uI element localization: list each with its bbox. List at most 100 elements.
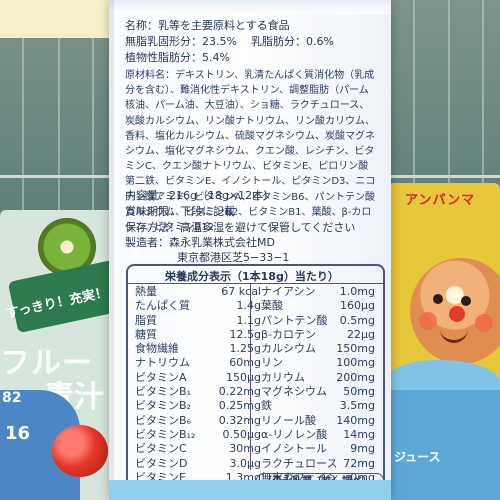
nutrition-label: 熱量 — [135, 285, 157, 298]
right-product-top — [0, 0, 112, 38]
nutrition-row: 食物繊維 1.25g — [135, 342, 261, 356]
nutrition-value: 140mg — [336, 413, 375, 427]
nutrition-value: 0.22mg — [218, 385, 261, 399]
nutrition-row: リン 100mg — [261, 356, 375, 370]
nutrition-row: ビタミンB₂ 0.25mg — [135, 399, 261, 413]
character-cheek-right — [475, 314, 493, 332]
nutrition-row: ビタミンA 150μg — [135, 370, 261, 385]
nutrition-value: 1.1g — [236, 313, 261, 327]
nutrition-label: ナトリウム — [135, 356, 190, 370]
nutrition-value: 50mg — [343, 385, 375, 399]
nutrition-row: リノール酸 140mg — [261, 413, 375, 428]
nutrition-value: 150mg — [336, 342, 375, 356]
nutrition-label: 糖質 — [135, 327, 157, 341]
nutrition-value: 100mg — [336, 356, 375, 370]
nutrition-label: パントテン酸 — [261, 313, 328, 327]
nutrition-row: 鉄 3.5mg — [261, 399, 375, 413]
maker-line: 製造者：森永乳業株式会社MD — [125, 236, 275, 249]
nutrition-value: 72mg — [343, 456, 375, 470]
left-product-number-1: 82 — [2, 390, 22, 406]
nutrition-row: ナイアシン 1.0mg — [261, 285, 375, 299]
nutrition-label: ビタミンB₂ — [135, 399, 191, 413]
nutrition-value: 1.0mg — [339, 285, 375, 298]
nutrition-label: ビタミンB₁ — [135, 385, 191, 399]
nutrition-row: 熱量 67 kcal — [135, 285, 261, 299]
nutrition-row: ビタミンC 30mg — [135, 442, 261, 456]
nutrition-value: 150μg — [226, 370, 261, 384]
nutrition-row: パントテン酸 0.5mg — [261, 313, 375, 328]
nutrition-row: イノシトール 9mg — [261, 442, 375, 456]
right-product-tagline: ジュース — [394, 450, 441, 464]
nonfat-solids: 無脂乳固形分：23.5% — [125, 35, 237, 48]
nutrition-value: 3.5mg — [339, 399, 375, 413]
storage-line: 保存方法：高温多湿を避けて保管してください — [125, 221, 356, 234]
nutrition-label: イノシトール — [261, 442, 327, 456]
nutrition-row: ビタミンD 3.0μg — [135, 456, 261, 471]
box-top-shade — [109, 0, 391, 14]
nutrition-row: 糖質 12.5g — [135, 327, 261, 342]
nutrition-value: 14mg — [343, 427, 375, 441]
nutrition-label: ビタミンB₆ — [135, 413, 191, 427]
nutrition-row: α-リノレン酸 14mg — [261, 427, 375, 442]
nutrition-row: カリウム 200mg — [261, 370, 375, 385]
box-blue-stripe — [109, 480, 391, 500]
ingredients-label: 原材料名： — [125, 70, 175, 81]
character-eye-right — [461, 296, 471, 306]
nutrition-label: マグネシウム — [261, 385, 327, 399]
nutrition-value: 200mg — [336, 370, 375, 384]
best-before-line: 賞味期限：下段に記載 — [125, 205, 235, 218]
character-nose — [449, 306, 465, 322]
content-line: 内容量：216g（18g×12本） — [125, 189, 275, 202]
nutrition-label: カルシウム — [261, 342, 316, 356]
nutrition-row: ビタミンB₆ 0.32mg — [135, 413, 261, 428]
character-cheek-left — [419, 312, 437, 330]
nutrition-value: 67 kcal — [221, 285, 261, 298]
nutrition-value: 9mg — [350, 442, 375, 456]
right-blue-panel — [388, 390, 500, 500]
nutrition-label: たんぱく質 — [135, 299, 190, 313]
nutrition-label: カリウム — [261, 370, 305, 384]
nutrition-row: たんぱく質 1.4g — [135, 299, 261, 313]
nutrition-row: ビタミンB₁₂ 0.50μg — [135, 428, 261, 442]
nutrition-label: ナイアシン — [261, 285, 316, 298]
plant-fat-line: 植物性脂肪分：5.4% — [125, 51, 230, 64]
nutrition-value: 160μg — [340, 299, 375, 313]
nutrition-label: 鉄 — [261, 399, 272, 413]
nutrition-label: リン — [261, 356, 283, 370]
photo-scene: すっきり！充実！ フルー 青汁 82 16 アンパンマ ジュース 名称：乳等を主… — [0, 0, 500, 500]
nutrition-value: 12.5g — [229, 327, 261, 341]
nutrition-value: 0.32mg — [218, 413, 261, 427]
nutrition-label: 脂質 — [135, 313, 157, 327]
nutrition-value: 3.0μg — [229, 456, 261, 470]
nutrition-label: ビタミンC — [135, 442, 187, 456]
nutrition-label: α-リノレン酸 — [261, 427, 328, 441]
product-name-line: 名称：乳等を主要原料とする食品 — [125, 18, 380, 33]
right-product-logo: アンパンマ — [405, 193, 476, 208]
nutrition-label: 葉酸 — [261, 299, 283, 313]
box-edge-shade — [109, 0, 114, 500]
nutrition-label: 食物繊維 — [135, 342, 179, 356]
apple-image — [52, 425, 108, 477]
nutrition-title: 栄養成分表示（1本18g）当たり） — [165, 270, 339, 283]
nutrition-value: 22μg — [347, 327, 375, 341]
nutrition-label: ビタミンD — [135, 456, 188, 470]
character-eye-left — [433, 294, 443, 304]
nutrition-value: 60mg — [229, 356, 261, 370]
nutrition-row: ビタミンB₁ 0.22mg — [135, 385, 261, 399]
nutrition-right-column: ナイアシン 1.0mg 葉酸 160μg パントテン酸 0.5mg β-カロテン 22μ… — [261, 285, 375, 485]
nutrition-row: マグネシウム 50mg — [261, 385, 375, 399]
nutrition-left-column: 熱量 67 kcal たんぱく質 1.4g 脂質 1.1g 糖質 12.5g 食物繊維 1… — [135, 285, 261, 485]
left-product-number-2: 16 — [5, 423, 31, 444]
nutrition-divider-horizontal — [126, 283, 383, 284]
nutrition-label: β-カロテン — [261, 327, 316, 341]
nutrition-value: 1.4g — [236, 299, 261, 313]
nutrition-label: リノール酸 — [261, 413, 316, 427]
nutrition-row: 脂質 1.1g — [135, 313, 261, 328]
nutrition-label: ビタミンA — [135, 370, 187, 384]
nutrition-value: 0.25mg — [218, 399, 261, 413]
nutrition-row: ナトリウム 60mg — [135, 356, 261, 370]
nutrition-row: β-カロテン 22μg — [261, 327, 375, 342]
nutrition-row: 葉酸 160μg — [261, 299, 375, 313]
fat-line: 無脂乳固形分：23.5% 乳脂肪分：0.6% — [125, 34, 380, 49]
product-name-label: 名称： — [125, 19, 158, 32]
